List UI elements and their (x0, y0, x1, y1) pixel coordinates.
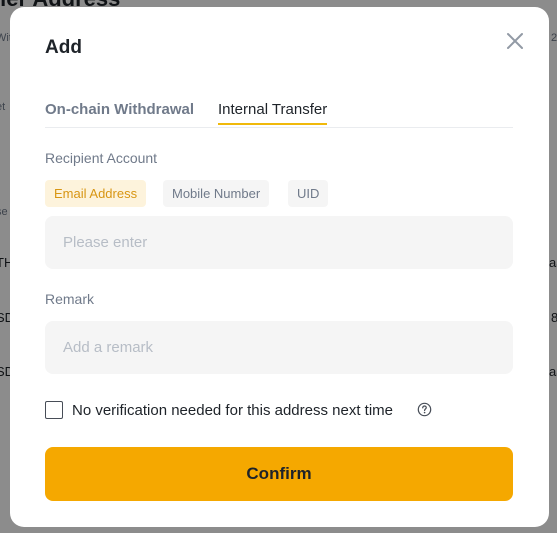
remark-input[interactable] (45, 321, 513, 374)
tab-on-chain-withdrawal[interactable]: On-chain Withdrawal (45, 101, 194, 124)
close-icon (507, 33, 523, 49)
recipient-account-label: Recipient Account (45, 150, 158, 166)
close-button[interactable] (503, 29, 527, 53)
add-address-modal: Add On-chain Withdrawal Internal Transfe… (10, 7, 549, 527)
modal-title: Add (45, 37, 82, 58)
skip-verification-label[interactable]: No verification needed for this address … (72, 402, 393, 419)
tab-internal-transfer[interactable]: Internal Transfer (218, 101, 328, 125)
confirm-button[interactable]: Confirm (45, 447, 513, 501)
chip-email-address[interactable]: Email Address (45, 180, 147, 207)
tab-label: Internal Transfer (218, 101, 328, 118)
skip-verification-checkbox[interactable] (45, 401, 63, 419)
chip-uid[interactable]: UID (288, 180, 329, 207)
active-tab-indicator (218, 123, 328, 125)
recipient-input[interactable] (45, 216, 513, 269)
question-circle-icon[interactable] (417, 402, 432, 417)
tab-label: On-chain Withdrawal (45, 101, 195, 118)
remark-label: Remark (45, 291, 95, 307)
chip-mobile-number[interactable]: Mobile Number (163, 180, 270, 207)
transfer-type-tabs: On-chain Withdrawal Internal Transfer (45, 97, 513, 128)
